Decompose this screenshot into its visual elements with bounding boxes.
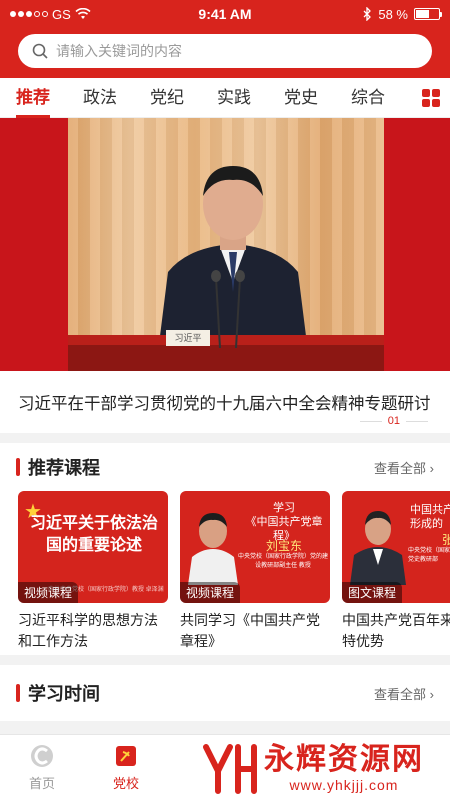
view-all-label: 查看全部 bbox=[374, 686, 427, 702]
watermark-logo bbox=[203, 744, 257, 794]
course-thumbnail: ★ 习近平关于依法治国的重要论述 中共中央党校（国家行政学院）教授 卓泽渊 视频… bbox=[18, 491, 168, 603]
course-type-badge: 图文课程 bbox=[342, 582, 403, 603]
search-bar[interactable] bbox=[18, 34, 432, 68]
watermark: 永辉资源网 www.yhkjjj.com bbox=[200, 740, 424, 796]
tab-recommended[interactable]: 推荐 bbox=[16, 78, 50, 118]
thumb-subtitle: 中央党校（国家行政学院）中共党史教研部 bbox=[408, 548, 450, 563]
battery-icon bbox=[414, 8, 442, 20]
thumb-subtitle: 中央党校（国家行政学院）党的建设教研部副主任 教授 bbox=[238, 554, 329, 569]
headline-text: 习近平在干部学习贯彻党的十九届六中全会精神专题研讨 bbox=[18, 395, 431, 413]
tabbar-home-label: 首页 bbox=[28, 776, 55, 791]
course-title: 习近平科学的思想方法和工作方法 bbox=[18, 612, 158, 649]
view-all-link[interactable]: 查看全部 › bbox=[374, 684, 434, 703]
category-grid-icon[interactable] bbox=[422, 88, 440, 107]
banner-carousel[interactable]: 习近平 bbox=[0, 118, 450, 371]
tab-comprehensive[interactable]: 综合 bbox=[351, 78, 385, 118]
thumb-title-line1: 中国共产 bbox=[410, 504, 450, 516]
thumb-title: 习近平关于依法治国的重要论述 bbox=[29, 515, 158, 554]
section-title: 推荐课程 bbox=[28, 458, 100, 478]
study-time-section: 学习时间 查看全部 › bbox=[0, 665, 450, 721]
course-card[interactable]: ★ 习近平关于依法治国的重要论述 中共中央党校（国家行政学院）教授 卓泽渊 视频… bbox=[18, 491, 168, 655]
course-card[interactable]: 学习 《中国共产党章程》 刘宝东 中央党校（国家行政学院）党的建设教研部副主任 教… bbox=[180, 491, 330, 655]
course-title: 中国共产党百年来的独特优势 bbox=[342, 612, 450, 649]
tab-politics-law[interactable]: 政法 bbox=[83, 78, 117, 118]
section-accent-bar bbox=[16, 458, 20, 476]
lecturer-photo bbox=[350, 511, 406, 585]
battery-percent: 58 % bbox=[378, 6, 408, 22]
course-type-badge: 视频课程 bbox=[180, 582, 241, 603]
signal-icon bbox=[10, 11, 48, 17]
course-list: ★ 习近平关于依法治国的重要论述 中共中央党校（国家行政学院）教授 卓泽渊 视频… bbox=[0, 491, 450, 655]
tab-party-history[interactable]: 党史 bbox=[284, 78, 318, 118]
view-all-label: 查看全部 bbox=[374, 460, 427, 476]
tabbar-party-school[interactable]: 党校 bbox=[84, 735, 168, 800]
home-logo-icon bbox=[31, 745, 53, 767]
thumb-lecturer-name: 刘宝东 bbox=[265, 539, 302, 553]
thumb-title-line1: 学习 bbox=[273, 502, 295, 514]
view-all-link[interactable]: 查看全部 › bbox=[374, 458, 434, 477]
party-school-flag-icon bbox=[116, 746, 136, 766]
recommended-courses-section: 推荐课程 查看全部 › ★ 习近平关于依法治国的重要论述 中共中央党校（国家行政… bbox=[0, 443, 450, 655]
page-indicator: 01 bbox=[387, 415, 400, 427]
banner-pager: 01 bbox=[359, 415, 428, 427]
bluetooth-icon bbox=[363, 7, 372, 21]
watermark-brand: 永辉资源网 bbox=[264, 743, 424, 776]
section-header: 学习时间 查看全部 › bbox=[0, 665, 450, 721]
thumb-lecturer-name: 张 bbox=[442, 533, 450, 547]
banner-image: 习近平 bbox=[68, 118, 384, 371]
course-title: 共同学习《中国共产党章程》 bbox=[180, 612, 320, 649]
search-input[interactable] bbox=[56, 43, 418, 59]
search-icon bbox=[32, 43, 48, 59]
section-header: 推荐课程 查看全部 › bbox=[0, 443, 450, 491]
course-type-badge: 视频课程 bbox=[18, 582, 79, 603]
section-title: 学习时间 bbox=[28, 684, 100, 704]
banner-headline[interactable]: 习近平在干部学习贯彻党的十九届六中全会精神专题研讨 01 bbox=[0, 371, 450, 433]
watermark-url: www.yhkjjj.com bbox=[289, 777, 399, 793]
header: GS 9:41 AM 58 % bbox=[0, 0, 450, 78]
lecturer-photo bbox=[188, 513, 238, 585]
course-card[interactable]: 中国共产形成的 张 中央党校（国家行政学院）中共党史教研部 图文课程 中国共产党… bbox=[342, 491, 450, 655]
nameplate: 习近平 bbox=[166, 330, 210, 346]
tab-party-discipline[interactable]: 党纪 bbox=[150, 78, 184, 118]
status-right: 58 % bbox=[362, 6, 442, 22]
tab-practice[interactable]: 实践 bbox=[217, 78, 251, 118]
section-accent-bar bbox=[16, 684, 20, 702]
wifi-icon bbox=[75, 8, 91, 19]
carrier-name: GS bbox=[52, 6, 71, 22]
carrier-group: GS bbox=[10, 7, 91, 22]
thumb-title-line2: 形成的 bbox=[410, 518, 443, 530]
category-tabs: 推荐 政法 党纪 实践 党史 综合 bbox=[0, 78, 450, 118]
status-bar: GS 9:41 AM 58 % bbox=[0, 0, 450, 28]
course-thumbnail: 中国共产形成的 张 中央党校（国家行政学院）中共党史教研部 图文课程 bbox=[342, 491, 450, 603]
tabbar-home[interactable]: 首页 bbox=[0, 735, 84, 800]
course-thumbnail: 学习 《中国共产党章程》 刘宝东 中央党校（国家行政学院）党的建设教研部副主任 教… bbox=[180, 491, 330, 603]
tabbar-party-school-label: 党校 bbox=[112, 776, 139, 791]
